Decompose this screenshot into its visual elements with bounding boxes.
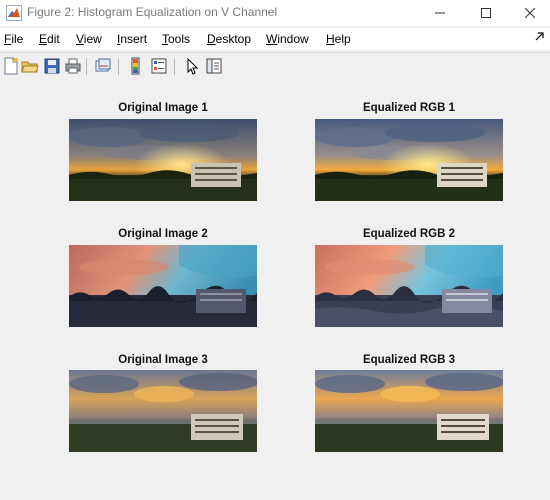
minimize-button[interactable] <box>417 0 463 26</box>
menu-view-mnemonic: V <box>76 32 84 46</box>
menu-insert[interactable]: Insert <box>117 32 147 46</box>
image-original-3[interactable] <box>69 370 257 452</box>
menu-file-label: ile <box>11 32 24 46</box>
image-original-2[interactable] <box>69 245 257 327</box>
toolbar-separator <box>118 58 119 75</box>
menu-edit[interactable]: Edit <box>39 32 60 46</box>
insert-legend-icon[interactable] <box>150 57 168 75</box>
figure-canvas[interactable]: Original Image 1 Equalized RGB 1 Origina… <box>0 80 550 500</box>
menu-help-mnemonic: H <box>326 32 335 46</box>
menu-insert-label: nsert <box>120 32 148 46</box>
panel-title-original-3: Original Image 3 <box>118 354 208 366</box>
edit-plot-icon[interactable] <box>183 57 201 75</box>
panel-title-equalized-3: Equalized RGB 3 <box>362 354 456 366</box>
image-equalized-1[interactable] <box>315 119 503 201</box>
figure-toolbar <box>0 52 550 81</box>
menu-tools-label: ools <box>168 32 191 46</box>
menu-tools[interactable]: Tools <box>162 32 190 46</box>
dock-arrow-icon[interactable] <box>535 32 544 44</box>
menu-window-label: indow <box>277 32 309 46</box>
open-file-icon[interactable] <box>21 57 39 75</box>
toolbar-separator <box>174 58 175 75</box>
minimize-icon <box>435 12 445 14</box>
menu-help[interactable]: Help <box>326 32 351 46</box>
menu-view[interactable]: View <box>76 32 102 46</box>
panel-title-equalized-2: Equalized RGB 2 <box>362 228 456 240</box>
title-bar: Figure 2: Histogram Equalization on V Ch… <box>0 0 550 26</box>
panel-title-original-2: Original Image 2 <box>118 228 208 240</box>
menu-desktop-label: esktop <box>215 32 252 46</box>
maximize-button[interactable] <box>463 0 509 26</box>
image-equalized-2[interactable] <box>315 245 503 327</box>
menu-edit-mnemonic: E <box>39 32 48 46</box>
menu-file[interactable]: File <box>4 32 23 46</box>
window-title: Figure 2: Histogram Equalization on V Ch… <box>27 5 278 19</box>
menu-desktop-mnemonic: D <box>207 32 216 46</box>
menu-desktop[interactable]: Desktop <box>207 32 251 46</box>
menu-window-mnemonic: W <box>266 32 278 46</box>
menu-edit-label: dit <box>47 32 60 46</box>
close-button[interactable] <box>509 0 550 26</box>
print-icon[interactable] <box>64 57 82 75</box>
save-icon[interactable] <box>43 57 61 75</box>
toolbar-separator <box>86 58 87 75</box>
close-icon <box>524 8 535 18</box>
menu-help-label: elp <box>334 32 351 46</box>
menu-window[interactable]: Window <box>266 32 309 46</box>
image-original-1[interactable] <box>69 119 257 201</box>
property-inspector-icon[interactable] <box>205 57 223 75</box>
image-equalized-3[interactable] <box>315 370 503 452</box>
menu-bar: File Edit View Insert Tools Desktop Wind… <box>0 28 550 50</box>
panel-title-original-1: Original Image 1 <box>118 102 208 114</box>
matlab-logo-icon <box>6 5 22 21</box>
new-figure-icon[interactable] <box>2 57 20 75</box>
link-plot-icon[interactable] <box>94 57 112 75</box>
maximize-icon <box>481 8 491 18</box>
insert-colorbar-icon[interactable] <box>127 57 145 75</box>
panel-title-equalized-1: Equalized RGB 1 <box>362 102 456 114</box>
menu-view-label: iew <box>83 32 102 46</box>
